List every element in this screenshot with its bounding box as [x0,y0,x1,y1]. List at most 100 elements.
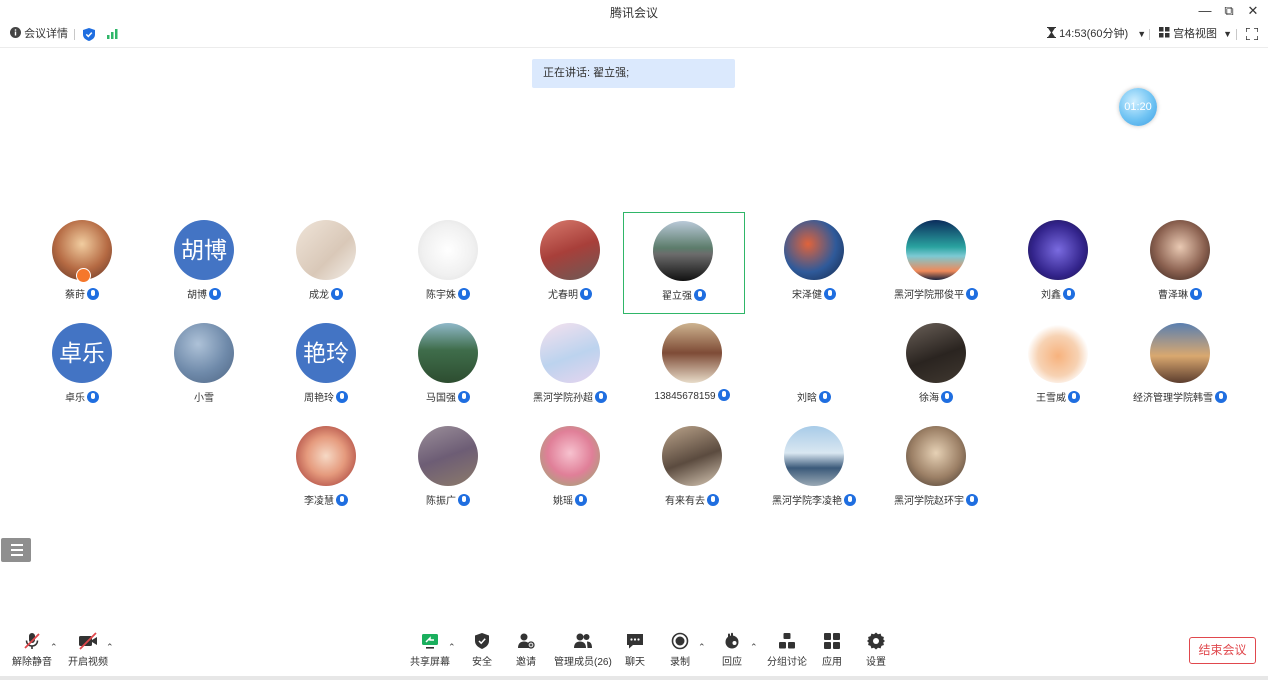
restore-icon[interactable]: ⧉ [1220,2,1238,20]
breakout-rooms-button[interactable]: 分组讨论 [767,632,807,668]
start-video-label: 开启视频 [68,657,108,668]
window-title: 腾讯会议 [609,6,658,20]
participant-name: 徐海 [919,393,939,404]
hand-raise-icon [725,632,739,649]
participant-avatar [174,323,234,383]
mic-status-icon [717,389,730,401]
share-screen-icon [422,634,438,649]
host-badge-icon [76,268,91,283]
title-bar: 腾讯会议 — ⧉ ✕ [0,0,1268,22]
record-icon [671,632,689,650]
chevron-up-icon[interactable]: ⌃ [698,642,706,653]
mic-status-icon [819,391,831,403]
participant-tile[interactable]: 经济管理学院韩雪 [1119,315,1241,417]
minimize-icon[interactable]: — [1196,2,1214,20]
participant-avatar [784,426,844,486]
participant-avatar [418,220,478,280]
participant-name: 黑河学院孙超 [533,393,593,404]
view-switch-button[interactable]: 宫格视图 ▼ [1159,27,1232,41]
apps-button[interactable]: 应用 [822,632,842,668]
mic-status-icon [1190,288,1202,300]
speaking-indicator: 正在讲话: 翟立强; [532,59,735,88]
participant-avatar: 卓乐 [52,323,112,383]
share-screen-label: 共享屏幕 [410,657,450,668]
chevron-up-icon[interactable]: ⌃ [50,642,58,653]
chevron-up-icon[interactable]: ⌃ [448,642,456,653]
timer-text: 14:53(60分钟) [1059,28,1129,40]
security-shield-icon[interactable] [83,28,95,41]
mic-status-icon [966,494,978,506]
meeting-timer[interactable]: 14:53(60分钟) ▼ [1047,27,1146,41]
mic-status-icon [87,391,99,403]
mic-status-icon [1215,391,1227,403]
record-button[interactable]: 录制 [670,632,690,668]
participant-name: 陈宇姝 [426,290,456,301]
breakout-icon [779,633,795,649]
participant-tile[interactable]: 曹泽琳 [1119,212,1241,314]
participant-name: 成龙 [309,290,329,301]
members-icon [573,633,592,648]
mic-status-icon [331,288,343,300]
mic-status-icon [694,289,706,301]
chevron-up-icon[interactable]: ⌃ [106,642,114,653]
participant-name: 刘鑫 [1041,290,1061,301]
participant-avatar [540,220,600,280]
participant-name: 宋泽健 [792,290,822,301]
unmute-button[interactable]: 解除静音 [12,632,52,668]
member-list-toggle-button[interactable] [1,538,31,562]
divider [1236,29,1237,40]
invite-user-icon [518,633,535,649]
participant-avatar [906,426,966,486]
chat-button[interactable]: 聊天 [625,632,645,668]
participant-name-row: 曹泽琳 [1099,286,1261,301]
chat-label: 聊天 [625,657,645,668]
chevron-down-icon: ▼ [1137,29,1147,39]
participant-tile[interactable]: 黑河学院赵环宇 [875,418,997,520]
participant-tile[interactable]: 翟立强 [623,212,745,314]
participant-avatar [418,426,478,486]
security-label: 安全 [472,657,492,668]
mic-status-icon [824,288,836,300]
mic-status-icon [336,494,348,506]
end-meeting-button[interactable]: 结束会议 [1189,637,1256,664]
react-button[interactable]: 回应 [722,632,742,668]
participant-name: 小雪 [194,393,214,404]
mic-status-icon [707,494,719,506]
divider [74,29,75,40]
grid-view-icon [1159,27,1170,38]
participant-avatar [906,323,966,383]
manage-members-button[interactable]: 管理成员(26) [554,632,612,668]
elapsed-time-bubble[interactable]: 01:20 [1119,88,1157,126]
participant-avatar [296,426,356,486]
participant-avatar [653,221,713,281]
close-icon[interactable]: ✕ [1244,2,1262,20]
invite-button[interactable]: 邀请 [516,632,536,668]
participant-avatar: 胡博 [174,220,234,280]
participant-name: 陈振广 [426,496,456,507]
mic-status-icon [1068,391,1080,403]
signal-strength-icon[interactable] [107,29,118,39]
fullscreen-icon[interactable] [1246,28,1258,40]
hourglass-icon [1047,27,1056,38]
share-screen-button[interactable]: 共享屏幕 [410,632,450,668]
mic-status-icon [580,288,592,300]
view-label: 宫格视图 [1173,28,1218,40]
record-label: 录制 [670,657,690,668]
meeting-details-button[interactable]: 会议详情 [10,27,68,41]
participant-avatar [418,323,478,383]
participant-avatar [662,323,722,383]
manage-members-label: 管理成员(26) [554,657,612,668]
chevron-up-icon[interactable]: ⌃ [750,642,758,653]
bottom-border [0,676,1268,680]
settings-button[interactable]: 设置 [866,632,886,668]
participant-avatar [1028,220,1088,280]
participant-avatar [1150,220,1210,280]
participant-name: 王雪威 [1036,393,1066,404]
participant-avatar [662,426,722,486]
mic-status-icon [575,494,587,506]
invite-label: 邀请 [516,657,536,668]
security-button[interactable]: 安全 [472,632,492,668]
participant-avatar [540,426,600,486]
start-video-button[interactable]: 开启视频 [68,632,108,668]
participant-avatar [1150,323,1210,383]
